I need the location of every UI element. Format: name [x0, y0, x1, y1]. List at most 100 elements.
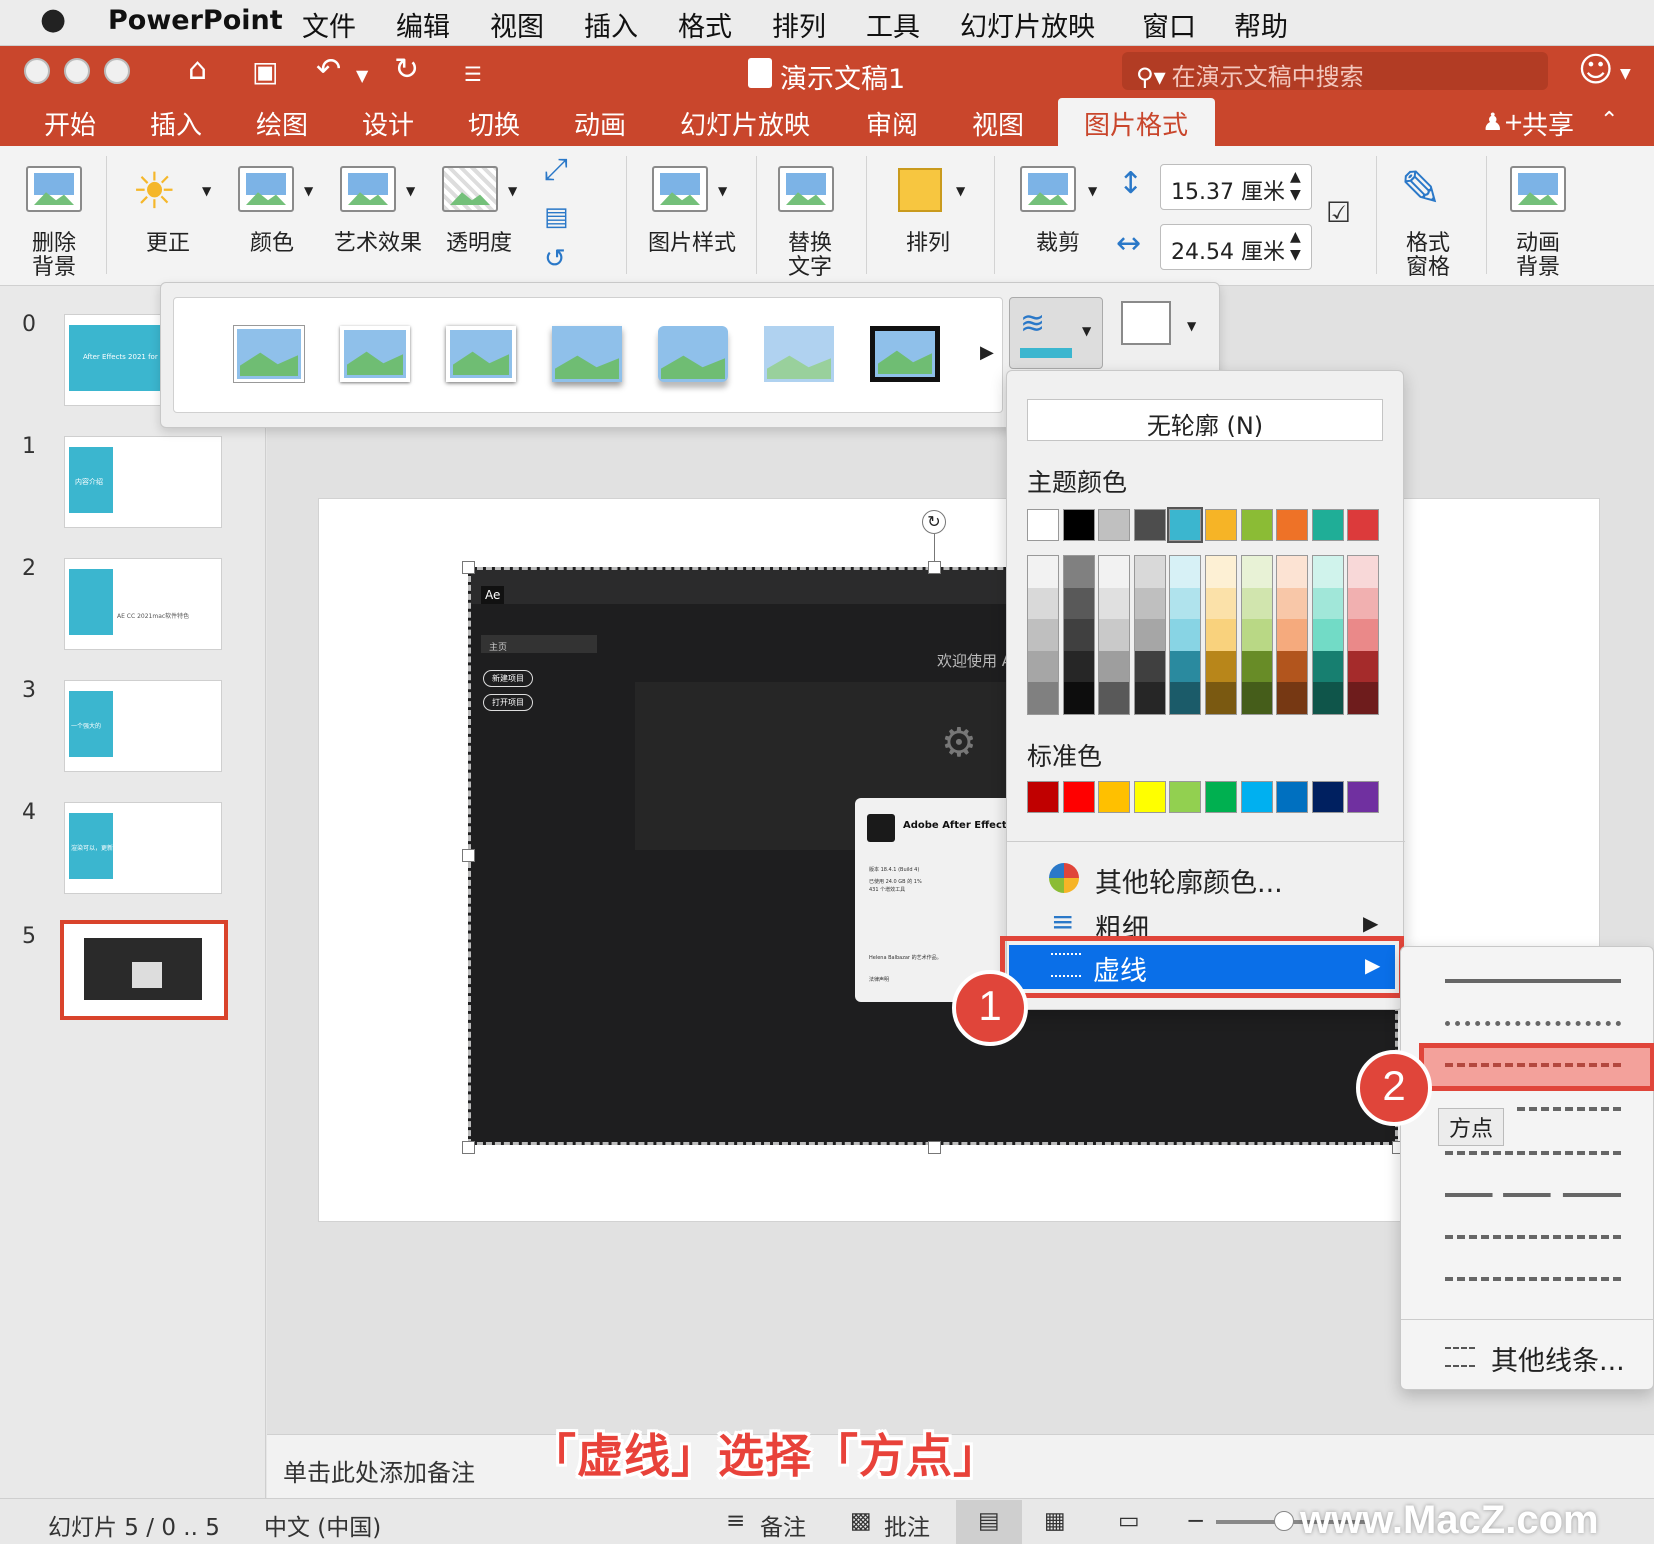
theme-shade-swatch[interactable] — [1277, 556, 1308, 588]
animate-background-label[interactable]: 动画 背景 — [1514, 232, 1562, 280]
height-stepper[interactable]: ▲ ▼ — [1290, 168, 1301, 204]
theme-shade-column[interactable] — [1311, 555, 1344, 715]
theme-shade-swatch[interactable] — [1241, 587, 1272, 620]
picture-effects-icon[interactable] — [1121, 301, 1171, 345]
theme-shade-swatch[interactable] — [1206, 587, 1236, 620]
theme-shade-column[interactable] — [1276, 555, 1309, 715]
standard-color-swatch[interactable] — [1027, 781, 1059, 813]
picture-style-option[interactable] — [340, 326, 410, 382]
notes-toggle[interactable]: 备注 — [760, 1508, 806, 1542]
customize-toolbar-icon[interactable]: ☰ — [464, 62, 482, 86]
picture-styles-label[interactable]: 图片样式 — [648, 232, 736, 256]
theme-shade-swatch[interactable] — [1063, 619, 1094, 651]
theme-shade-column[interactable] — [1062, 555, 1095, 715]
theme-color-swatch[interactable] — [1133, 509, 1166, 541]
picture-style-option[interactable] — [234, 326, 304, 382]
menu-format[interactable]: 格式 — [678, 5, 732, 44]
theme-shade-swatch[interactable] — [1134, 619, 1165, 651]
compress-pictures-icon[interactable]: ⤢ — [544, 152, 568, 187]
more-outline-colors-item[interactable]: 其他轮廓颜色... — [1007, 855, 1405, 901]
corrections-dropdown-icon[interactable]: ▼ — [202, 184, 211, 198]
slide-thumbnail-5-selected[interactable] — [60, 920, 228, 1020]
tab-animations[interactable]: 动画 — [574, 105, 626, 142]
color-label[interactable]: 颜色 — [250, 232, 294, 256]
theme-shade-column[interactable] — [1169, 555, 1202, 715]
theme-shade-swatch[interactable] — [1063, 556, 1094, 588]
picture-style-option[interactable] — [870, 326, 940, 382]
dash-style-square-dot-selected[interactable] — [1419, 1043, 1654, 1091]
arrange-dropdown-icon[interactable]: ▼ — [956, 184, 965, 198]
no-outline-button[interactable]: 无轮廓 (N) — [1027, 399, 1383, 441]
picture-style-option[interactable] — [764, 326, 834, 382]
theme-shade-swatch[interactable] — [1170, 556, 1201, 588]
standard-color-swatch[interactable] — [1347, 781, 1380, 813]
share-button[interactable]: 共享 — [1522, 105, 1574, 142]
theme-shade-swatch[interactable] — [1063, 650, 1094, 683]
corrections-icon[interactable]: ☀ — [132, 162, 177, 220]
dash-style-solid[interactable] — [1445, 979, 1621, 983]
theme-shade-swatch[interactable] — [1099, 556, 1130, 588]
resize-handle[interactable] — [928, 561, 941, 574]
undo-icon[interactable]: ↶ — [316, 52, 341, 87]
theme-color-swatch[interactable] — [1062, 509, 1095, 541]
picture-style-option[interactable] — [552, 326, 622, 382]
tab-design[interactable]: 设计 — [362, 105, 414, 142]
slide-thumbnail-3[interactable]: 一个强大的 — [64, 680, 222, 772]
color-icon[interactable] — [238, 166, 294, 212]
theme-color-swatch[interactable] — [1167, 507, 1204, 543]
comments-toggle[interactable]: 批注 — [884, 1508, 930, 1542]
tab-view[interactable]: 视图 — [972, 105, 1024, 142]
save-icon[interactable]: ▣ — [252, 55, 278, 88]
artistic-effects-label[interactable]: 艺术效果 — [334, 232, 422, 256]
theme-shade-column[interactable] — [1098, 555, 1131, 715]
comments-icon[interactable]: ▩ — [850, 1508, 872, 1534]
dash-style-dash[interactable] — [1517, 1107, 1621, 1111]
theme-shade-swatch[interactable] — [1277, 619, 1308, 651]
home-icon[interactable]: ⌂ — [188, 52, 207, 87]
theme-shade-swatch[interactable] — [1241, 556, 1272, 588]
apple-icon[interactable]: ● — [40, 2, 66, 37]
tab-picture-format[interactable]: 图片格式 — [1058, 98, 1215, 146]
zoom-window-button[interactable] — [104, 58, 130, 84]
theme-shade-swatch[interactable] — [1063, 682, 1094, 714]
gallery-more-icon[interactable]: ▶ — [980, 342, 994, 363]
theme-shade-swatch[interactable] — [1348, 682, 1379, 714]
menu-slideshow[interactable]: 幻灯片放映 — [960, 5, 1095, 44]
theme-shade-swatch[interactable] — [1312, 650, 1343, 683]
arrange-label[interactable]: 排列 — [906, 232, 950, 256]
reset-picture-icon[interactable]: ↺ — [544, 244, 566, 274]
slide-thumbnail-1[interactable]: 内容介绍 — [64, 436, 222, 528]
theme-shade-swatch[interactable] — [1028, 650, 1058, 683]
menu-tools[interactable]: 工具 — [866, 5, 920, 44]
resize-handle[interactable] — [462, 1141, 475, 1154]
share-icon[interactable]: ♟+ — [1482, 108, 1524, 136]
theme-shade-swatch[interactable] — [1312, 682, 1343, 714]
theme-shade-swatch[interactable] — [1241, 682, 1272, 714]
width-stepper[interactable]: ▲ ▼ — [1290, 228, 1301, 264]
rotate-handle-icon[interactable]: ↻ — [922, 510, 946, 534]
theme-shade-swatch[interactable] — [1241, 650, 1272, 683]
corrections-label[interactable]: 更正 — [146, 232, 190, 256]
language-indicator[interactable]: 中文 (中国) — [264, 1508, 381, 1542]
standard-color-swatch[interactable] — [1276, 781, 1309, 813]
theme-shade-swatch[interactable] — [1348, 587, 1379, 620]
menu-arrange[interactable]: 排列 — [772, 5, 826, 44]
theme-shade-swatch[interactable] — [1134, 682, 1165, 714]
theme-shade-swatch[interactable] — [1206, 650, 1236, 683]
transparency-dropdown-icon[interactable]: ▼ — [508, 184, 517, 198]
theme-color-swatch[interactable] — [1347, 509, 1380, 541]
resize-handle[interactable] — [462, 561, 475, 574]
theme-shade-swatch[interactable] — [1028, 619, 1058, 651]
picture-border-button[interactable]: ≋ ▼ — [1009, 297, 1103, 369]
slide-thumbnail-4[interactable]: 渲染可以，更新 — [64, 802, 222, 894]
theme-shade-swatch[interactable] — [1134, 587, 1165, 620]
format-pane-label[interactable]: 格式 窗格 — [1404, 232, 1452, 280]
theme-shade-swatch[interactable] — [1099, 650, 1130, 683]
dash-style-long-dash[interactable] — [1445, 1193, 1621, 1197]
zoom-out-icon[interactable]: − — [1186, 1508, 1205, 1534]
crop-dropdown-icon[interactable]: ▼ — [1088, 184, 1097, 198]
theme-color-swatch[interactable] — [1098, 509, 1131, 541]
minimize-window-button[interactable] — [64, 58, 90, 84]
close-window-button[interactable] — [24, 58, 50, 84]
presenter-view-icon[interactable]: ▭ — [1118, 1508, 1140, 1534]
